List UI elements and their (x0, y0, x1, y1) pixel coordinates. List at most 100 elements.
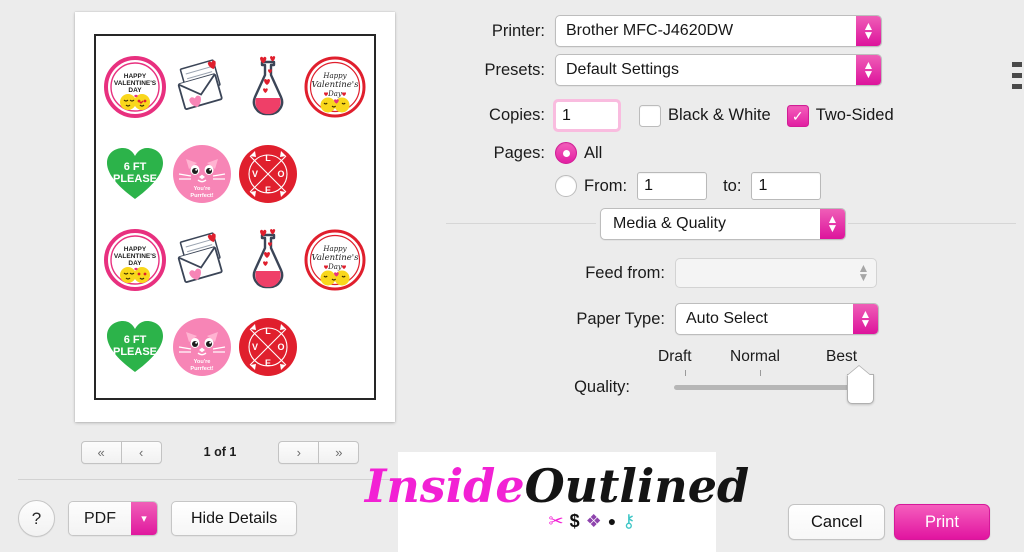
feed-from-label: Feed from: (585, 263, 665, 282)
pages-all-radio-group[interactable]: All (555, 142, 602, 164)
quality-tick-best: Best (826, 348, 858, 365)
svg-text:E: E (265, 185, 271, 195)
svg-text:6 FT: 6 FT (124, 161, 147, 173)
svg-text:VALENTINE'S: VALENTINE'S (114, 80, 157, 87)
svg-text:L: L (266, 326, 272, 336)
section-divider-right (848, 223, 1016, 224)
quality-slider-thumb[interactable] (847, 374, 874, 404)
svg-text:You're: You're (193, 186, 210, 192)
black-white-label: Black & White (668, 106, 771, 124)
stepper-arrows-icon[interactable]: ▲ ▼ (820, 209, 845, 239)
pages-from-input[interactable]: 1 (637, 172, 708, 200)
feed-from-row: Feed from: ▲ ▼ (440, 258, 877, 288)
two-sided-checkbox-group[interactable]: ✓ Two-Sided (786, 104, 894, 127)
last-page-button[interactable]: » (319, 440, 360, 464)
svg-text:V: V (252, 342, 258, 352)
sticker-youre-purrfect-cat: You're Purrfect! (169, 131, 236, 218)
presets-row: Presets: Default Settings ▲ ▼ (440, 54, 882, 86)
sticker-youre-purrfect-cat: You're Purrfect! (169, 304, 236, 391)
pages-to-label: to: (723, 176, 742, 195)
stepper-arrows-icon[interactable]: ▲ ▼ (856, 55, 881, 85)
black-white-checkbox[interactable] (639, 104, 661, 127)
help-button[interactable]: ? (18, 500, 55, 537)
pages-range-radio[interactable] (555, 175, 577, 197)
section-divider-left (446, 223, 596, 224)
svg-text:Valentine's: Valentine's (311, 253, 359, 263)
pages-label: Pages: (493, 143, 545, 162)
svg-text:E: E (265, 358, 271, 368)
svg-text:DAY: DAY (129, 260, 143, 267)
sticker-six-ft-please-heart: 6 FT PLEASE (102, 304, 169, 391)
quality-tickmark-normal (760, 370, 761, 376)
sticker-sheet-border: HAPPY VALENTINE'S DAY Happy Valentine's … (94, 34, 376, 400)
sticker-love-letter-envelope (169, 44, 236, 131)
sticker-happy-valentines-emoji: HAPPY VALENTINE'S DAY (102, 44, 169, 131)
svg-text:L: L (266, 153, 272, 163)
copies-row: Copies: 1 Black & White ✓ Two-Sided (440, 99, 894, 132)
printer-label: Printer: (491, 21, 545, 40)
nav-group-next: › » (278, 440, 360, 464)
previous-page-button[interactable]: ‹ (121, 440, 162, 464)
stepper-arrows-icon[interactable]: ▲ ▼ (851, 259, 876, 287)
pages-all-row: Pages: All (440, 142, 602, 164)
pages-from-label: From: (584, 176, 628, 195)
paper-type-select[interactable]: Auto Select ▲ ▼ (675, 303, 879, 335)
svg-text:You're: You're (193, 359, 210, 365)
footer-actions: ? PDF ▾ Hide Details (18, 500, 298, 537)
sticker-love-potion-bottle (235, 217, 302, 304)
two-sided-checkbox[interactable]: ✓ (786, 104, 809, 127)
chevron-down-icon[interactable]: ▾ (131, 502, 157, 535)
svg-text:VALENTINE'S: VALENTINE'S (114, 253, 157, 260)
section-value: Media & Quality (613, 215, 726, 232)
feed-from-select[interactable]: ▲ ▼ (675, 258, 877, 288)
presets-value: Default Settings (566, 61, 679, 78)
hide-details-button[interactable]: Hide Details (171, 501, 298, 536)
footer-divider (18, 479, 440, 480)
cancel-button[interactable]: Cancel (788, 504, 886, 540)
sticker-grid: HAPPY VALENTINE'S DAY Happy Valentine's … (102, 44, 368, 390)
quality-tick-normal: Normal (730, 348, 780, 365)
svg-text:PLEASE: PLEASE (113, 173, 157, 185)
svg-text:HAPPY: HAPPY (124, 246, 147, 253)
page-indicator: 1 of 1 (203, 445, 237, 459)
sticker-love-letter-envelope (169, 217, 236, 304)
presets-select[interactable]: Default Settings ▲ ▼ (555, 54, 882, 86)
sticker-love-arrows-circle: L O E V (235, 131, 302, 218)
svg-text:Day: Day (327, 263, 343, 271)
presets-label: Presets: (484, 60, 545, 79)
svg-text:Purrfect!: Purrfect! (190, 366, 213, 372)
pdf-button[interactable]: PDF ▾ (68, 501, 158, 536)
svg-text:PLEASE: PLEASE (113, 346, 157, 358)
copies-input[interactable]: 1 (553, 99, 621, 132)
svg-text:Day: Day (327, 90, 343, 98)
sticker-happy-valentines-day-script: Happy Valentine's Day (302, 44, 369, 131)
list-icon[interactable] (1012, 62, 1024, 95)
sticker-spacer (302, 304, 369, 391)
first-page-button[interactable]: « (80, 440, 122, 464)
printer-select[interactable]: Brother MFC-J4620DW ▲ ▼ (555, 15, 882, 47)
paper-type-row: Paper Type: Auto Select ▲ ▼ (440, 303, 879, 335)
copies-label: Copies: (489, 106, 545, 124)
settings-pane: Printer: Brother MFC-J4620DW ▲ ▼ Presets:… (440, 0, 1024, 552)
preview-pane: HAPPY VALENTINE'S DAY Happy Valentine's … (0, 0, 440, 552)
print-button[interactable]: Print (894, 504, 990, 540)
svg-text:Purrfect!: Purrfect! (190, 193, 213, 199)
sticker-six-ft-please-heart: 6 FT PLEASE (102, 131, 169, 218)
print-dialog: HAPPY VALENTINE'S DAY Happy Valentine's … (0, 0, 1024, 552)
sticker-love-potion-bottle (235, 44, 302, 131)
black-white-checkbox-group[interactable]: Black & White (639, 104, 771, 127)
quality-slider-track[interactable] (674, 385, 871, 390)
pages-all-radio[interactable] (555, 142, 577, 164)
svg-text:V: V (252, 169, 258, 179)
stepper-arrows-icon[interactable]: ▲ ▼ (856, 16, 881, 46)
pages-range-radio-group[interactable]: From: (555, 175, 627, 197)
pages-range-row: From: 1 to: 1 (440, 172, 822, 200)
section-select[interactable]: Media & Quality ▲ ▼ (600, 208, 846, 240)
next-page-button[interactable]: › (278, 440, 320, 464)
sticker-happy-valentines-day-script: Happy Valentine's Day (302, 217, 369, 304)
sticker-happy-valentines-emoji: HAPPY VALENTINE'S DAY (102, 217, 169, 304)
svg-text:O: O (278, 169, 285, 179)
stepper-arrows-icon[interactable]: ▲ ▼ (853, 304, 878, 334)
pages-to-input[interactable]: 1 (751, 172, 822, 200)
quality-tickmark-draft (685, 370, 686, 376)
